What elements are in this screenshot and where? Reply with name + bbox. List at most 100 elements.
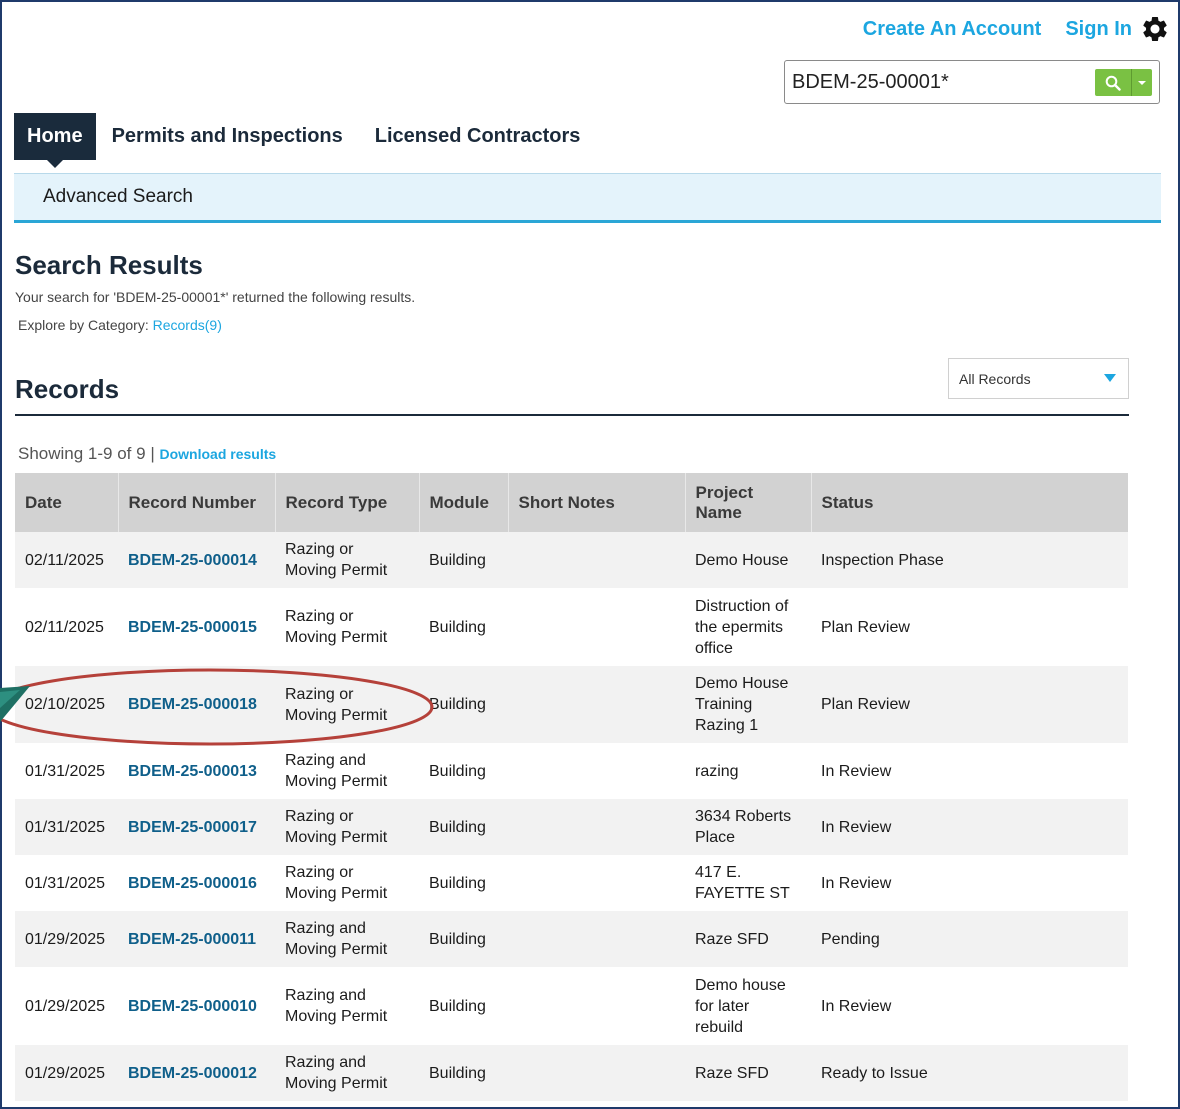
records-table: Date Record Number Record Type Module Sh… — [15, 473, 1128, 1101]
cell-date: 02/10/2025 — [25, 696, 106, 713]
chevron-down-icon[interactable] — [1132, 80, 1152, 86]
record-number-link[interactable]: BDEM-25-000014 — [128, 552, 257, 569]
cell-project-name: razing — [695, 762, 739, 780]
search-icon — [1095, 75, 1131, 91]
cell-module: Building — [429, 1064, 486, 1082]
explore-records-link[interactable]: Records(9) — [153, 317, 222, 333]
cell-short-notes — [508, 911, 685, 967]
record-number-link[interactable]: BDEM-25-000010 — [128, 998, 257, 1015]
cell-record-number: BDEM-25-000015 — [118, 588, 275, 666]
results-count: Showing 1-9 of 9 | Download results — [18, 444, 276, 464]
download-results-link[interactable]: Download results — [159, 446, 276, 462]
cell-project-name: Raze SFD — [695, 1064, 769, 1082]
table-row: 02/11/2025 BDEM-25-000015 Razing or Movi… — [15, 588, 1128, 666]
cell-project-name: Demo House — [695, 551, 789, 569]
column-header-status[interactable]: Status — [811, 473, 1128, 532]
explore-by-category: Explore by Category: Records(9) — [18, 317, 222, 333]
cell-record-number: BDEM-25-000012 — [118, 1045, 275, 1101]
cell-module: Building — [429, 997, 486, 1015]
record-number-link[interactable]: BDEM-25-000018 — [128, 696, 257, 713]
cell-date: 02/11/2025 — [25, 618, 104, 636]
cell-status: Plan Review — [821, 696, 910, 713]
showing-text: Showing 1-9 of 9 — [18, 444, 146, 463]
cell-short-notes — [508, 855, 685, 911]
cell-module: Building — [429, 762, 486, 780]
cell-module: Building — [429, 618, 486, 636]
cell-status: Inspection Phase — [821, 551, 944, 569]
tab-permits-and-inspections[interactable]: Permits and Inspections — [96, 113, 359, 160]
column-header-record-number[interactable]: Record Number — [118, 473, 276, 532]
cell-record-type: Razing or Moving Permit — [285, 541, 388, 579]
cell-short-notes — [508, 743, 685, 799]
cell-project-name: 417 E. FAYETTE ST — [695, 864, 790, 902]
cell-record-type: Razing and Moving Permit — [285, 1054, 388, 1092]
cell-record-number: BDEM-25-000011 — [118, 911, 275, 967]
column-header-short-notes[interactable]: Short Notes — [508, 473, 686, 532]
cell-record-type: Razing and Moving Permit — [285, 752, 388, 790]
cell-status: In Review — [821, 762, 892, 780]
cell-record-number: BDEM-25-000010 — [118, 967, 275, 1045]
cell-record-number: BDEM-25-000018 — [118, 666, 275, 743]
search-input[interactable] — [785, 70, 1085, 94]
chevron-down-icon — [1104, 374, 1116, 382]
records-filter-select[interactable]: All Records — [948, 358, 1129, 399]
sub-nav: Advanced Search — [14, 173, 1161, 223]
record-number-link[interactable]: BDEM-25-000012 — [128, 1065, 257, 1082]
gear-icon[interactable] — [1140, 14, 1170, 44]
column-header-date[interactable]: Date — [15, 473, 119, 532]
cell-short-notes — [508, 588, 685, 666]
cell-date: 01/31/2025 — [25, 762, 106, 780]
table-row: 02/10/2025 BDEM-25-000018 Razing or Movi… — [15, 666, 1128, 743]
cell-record-type: Razing or Moving Permit — [285, 608, 388, 646]
header-links: Create An Account Sign In — [863, 14, 1170, 44]
table-row: 02/11/2025 BDEM-25-000014 Razing or Movi… — [15, 532, 1128, 588]
cell-date: 01/31/2025 — [25, 874, 106, 892]
cell-record-number: BDEM-25-000016 — [118, 855, 275, 911]
table-row: 01/29/2025 BDEM-25-000010 Razing and Mov… — [15, 967, 1128, 1045]
search-button[interactable] — [1095, 69, 1152, 96]
cell-project-name: Distruction of the epermits office — [695, 597, 789, 657]
record-number-link[interactable]: BDEM-25-000016 — [128, 875, 257, 892]
cell-record-type: Razing or Moving Permit — [285, 808, 388, 846]
cell-module: Building — [429, 696, 486, 713]
cell-date: 01/31/2025 — [25, 818, 106, 836]
cell-status: Plan Review — [821, 618, 910, 636]
cell-record-number: BDEM-25-000017 — [118, 799, 275, 855]
table-row: 01/31/2025 BDEM-25-000016 Razing or Movi… — [15, 855, 1128, 911]
create-account-link[interactable]: Create An Account — [863, 18, 1042, 41]
cell-short-notes — [508, 532, 685, 588]
record-number-link[interactable]: BDEM-25-000017 — [128, 819, 257, 836]
table-row: 01/29/2025 BDEM-25-000012 Razing and Mov… — [15, 1045, 1128, 1101]
explore-label: Explore by Category: — [18, 317, 149, 333]
column-header-module[interactable]: Module — [419, 473, 509, 532]
search-results-heading: Search Results — [15, 250, 203, 280]
records-heading: Records — [15, 374, 120, 404]
tab-licensed-contractors[interactable]: Licensed Contractors — [359, 113, 597, 160]
record-number-link[interactable]: BDEM-25-000011 — [128, 931, 256, 948]
cell-status: Ready to Issue — [821, 1064, 928, 1082]
search-results-description: Your search for 'BDEM-25-00001*' returne… — [15, 289, 416, 305]
sign-in-link[interactable]: Sign In — [1065, 18, 1132, 41]
records-divider — [15, 414, 1129, 416]
cell-record-number: BDEM-25-000014 — [118, 532, 275, 588]
cell-record-type: Razing and Moving Permit — [285, 920, 388, 958]
cell-record-type: Razing and Moving Permit — [285, 987, 388, 1025]
cell-module: Building — [429, 930, 486, 948]
cell-project-name: Raze SFD — [695, 930, 769, 948]
record-number-link[interactable]: BDEM-25-000013 — [128, 763, 257, 780]
cell-module: Building — [429, 551, 486, 569]
cell-short-notes — [508, 799, 685, 855]
cell-date: 01/29/2025 — [25, 930, 106, 948]
cell-status: Pending — [821, 930, 880, 948]
column-header-record-type[interactable]: Record Type — [275, 473, 420, 532]
record-number-link[interactable]: BDEM-25-000015 — [128, 619, 257, 636]
cell-status: In Review — [821, 818, 892, 836]
sub-nav-advanced-search[interactable]: Advanced Search — [43, 186, 193, 208]
cell-status: In Review — [821, 874, 892, 892]
records-filter-value: All Records — [959, 370, 1031, 387]
cell-record-type: Razing or Moving Permit — [285, 685, 388, 724]
cell-record-type: Razing or Moving Permit — [285, 864, 388, 902]
tab-home[interactable]: Home — [14, 113, 96, 168]
cell-record-number: BDEM-25-000013 — [118, 743, 275, 799]
column-header-project-name[interactable]: Project Name — [685, 473, 812, 532]
